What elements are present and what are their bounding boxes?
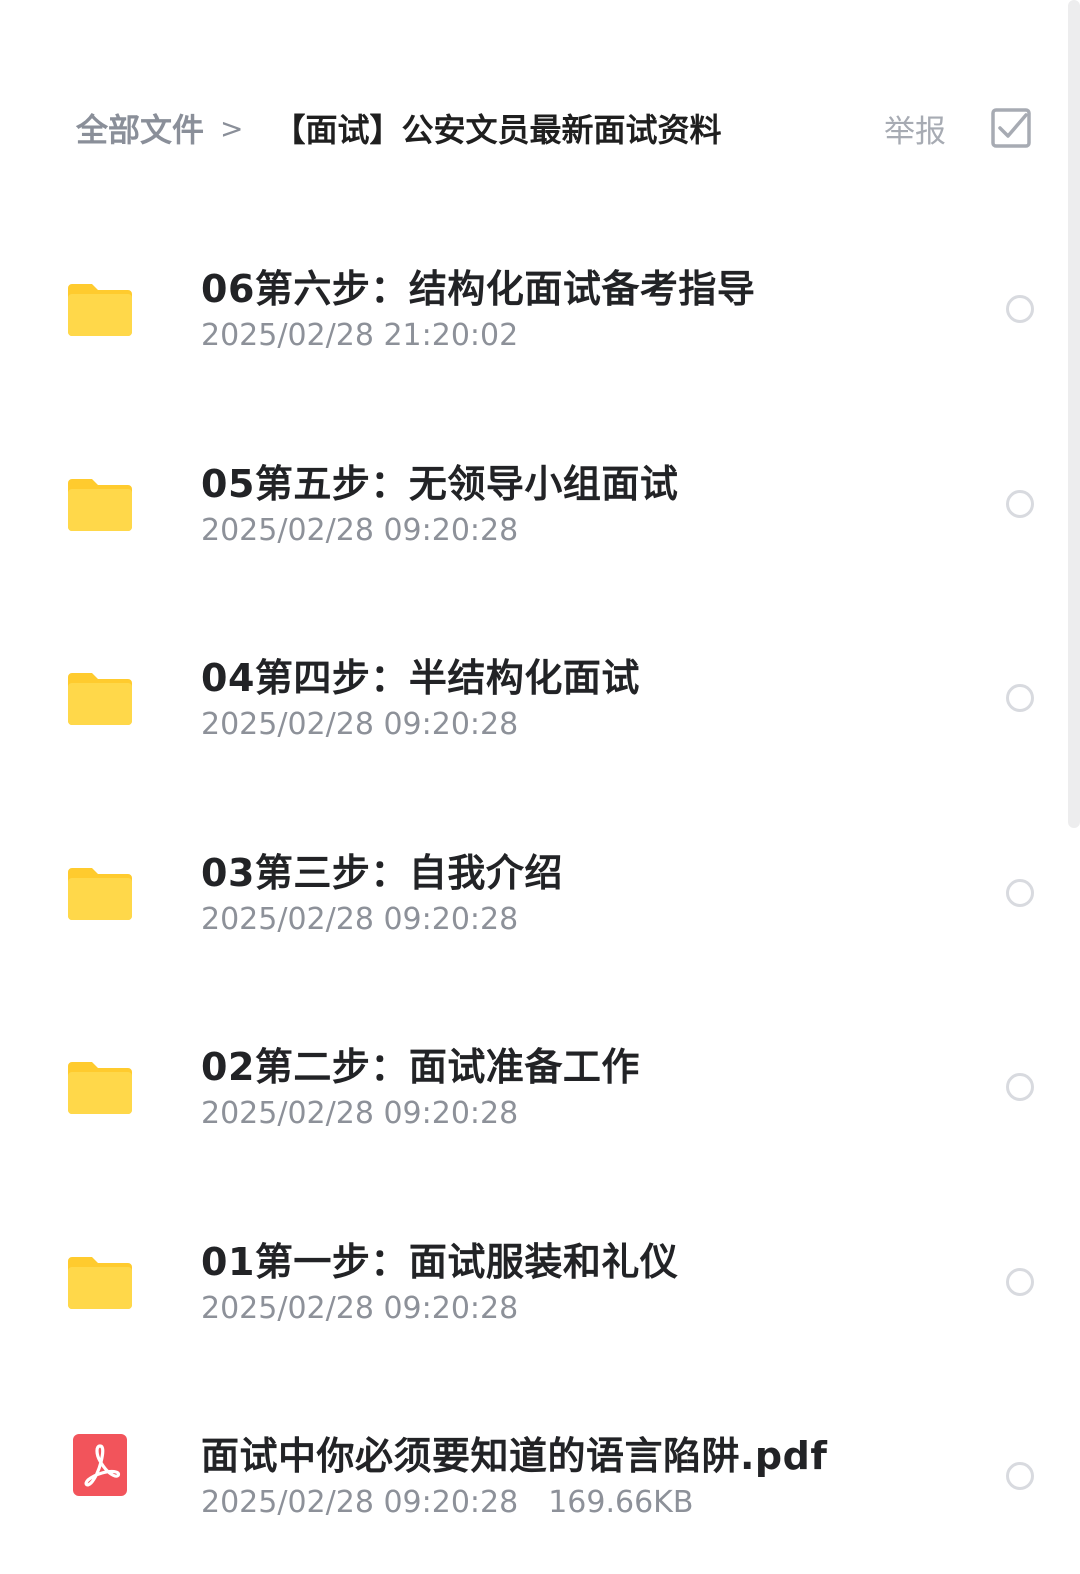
folder-icon xyxy=(68,867,132,920)
file-name: 面试中你必须要知道的语言陷阱.pdf xyxy=(201,1434,828,1478)
file-name: 02第二步：面试准备工作 xyxy=(201,1045,640,1089)
file-row[interactable]: 04第四步：半结构化面试 2025/02/28 09:20:28 xyxy=(0,601,1080,796)
file-date: 2025/02/28 09:20:28 xyxy=(201,513,518,548)
file-name: 01第一步：面试服装和礼仪 xyxy=(201,1239,679,1284)
file-row[interactable]: 03第三步：自我介绍 2025/02/28 09:20:28 xyxy=(0,796,1080,991)
scrollbar[interactable] xyxy=(1068,0,1080,828)
file-name: 04第四步：半结构化面试 xyxy=(201,656,640,700)
file-name: 03第三步：自我介绍 xyxy=(201,850,563,895)
file-name: 06第六步：结构化面试备考指导 xyxy=(201,267,756,311)
file-meta: 2025/02/28 09:20:28 169.66KB xyxy=(201,1485,693,1520)
select-radio[interactable] xyxy=(1006,1267,1034,1296)
file-row[interactable]: 面试中你必须要知道的语言陷阱.pdf 2025/02/28 09:20:28 16… xyxy=(0,1379,1080,1574)
folder-icon xyxy=(68,1062,132,1114)
select-radio[interactable] xyxy=(1006,489,1034,518)
report-button[interactable]: 举报 xyxy=(884,106,946,151)
breadcrumb-current-folder: 【面试】公安文员最新面试资料 xyxy=(273,111,722,149)
file-date: 2025/02/28 09:20:28 xyxy=(201,707,518,742)
select-radio[interactable] xyxy=(1006,1073,1034,1101)
folder-icon xyxy=(68,478,132,531)
breadcrumb-root-link[interactable]: 全部文件 xyxy=(76,105,204,151)
file-row[interactable]: 02第二步：面试准备工作 2025/02/28 09:20:28 xyxy=(0,990,1080,1185)
file-date-text: 2025/02/28 09:20:28 xyxy=(201,1096,519,1131)
file-date-text: 2025/02/28 09:20:28 xyxy=(201,707,519,742)
folder-icon xyxy=(68,284,132,336)
file-row[interactable]: 06第六步：结构化面试备考指导 2025/02/28 21:20:02 xyxy=(0,212,1080,407)
checkbox-select-icon[interactable] xyxy=(990,107,1032,149)
select-radio[interactable] xyxy=(1006,684,1034,712)
folder-icon xyxy=(68,673,132,725)
header-bar: 全部文件 > 【面试】公安文员最新面试资料 举报 xyxy=(0,0,1080,200)
file-date: 2025/02/28 21:20:02 xyxy=(201,318,518,353)
file-date: 2025/02/28 09:20:28 xyxy=(201,1291,518,1326)
file-date: 2025/02/28 09:20:28 xyxy=(201,1096,518,1131)
pdf-icon xyxy=(73,1434,127,1496)
breadcrumb-separator: > xyxy=(220,111,244,145)
breadcrumb: 全部文件 > 【面试】公安文员最新面试资料 xyxy=(76,104,722,152)
folder-icon xyxy=(68,1256,132,1309)
file-date: 2025/02/28 09:20:28 xyxy=(201,902,518,937)
select-radio[interactable] xyxy=(1006,295,1034,323)
file-list: 06第六步：结构化面试备考指导 2025/02/28 21:20:02 05第五… xyxy=(0,212,1080,1574)
file-name: 05第五步：无领导小组面试 xyxy=(201,461,679,506)
file-row[interactable]: 01第一步：面试服装和礼仪 2025/02/28 09:20:28 xyxy=(0,1185,1080,1380)
file-date-text: 2025/02/28 21:20:02 xyxy=(201,318,519,353)
file-date-text: 2025/02/28 09:20:28 xyxy=(201,1290,519,1326)
file-row[interactable]: 05第五步：无领导小组面试 2025/02/28 09:20:28 xyxy=(0,407,1080,602)
file-date-text: 2025/02/28 09:20:28 xyxy=(201,512,519,548)
file-date-text: 2025/02/28 09:20:28 xyxy=(201,901,519,937)
select-radio[interactable] xyxy=(1006,1462,1034,1490)
file-date-text: 2025/02/28 09:20:28 xyxy=(201,1485,519,1520)
select-radio[interactable] xyxy=(1006,878,1034,907)
file-size: 169.66KB xyxy=(548,1485,694,1520)
